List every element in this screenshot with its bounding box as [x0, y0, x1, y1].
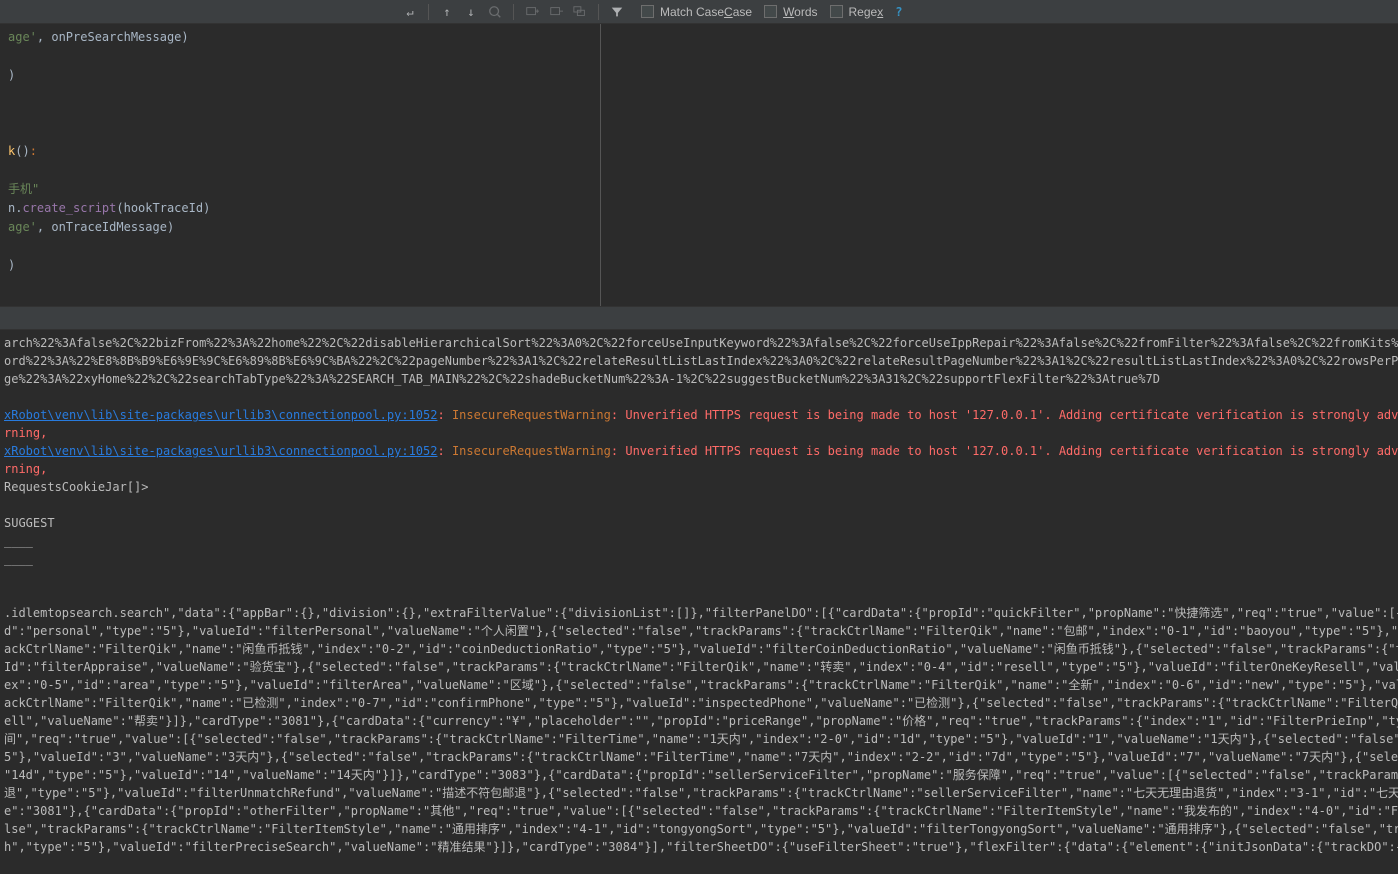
filter-icon[interactable]: [607, 2, 627, 22]
select-all-icon[interactable]: [570, 2, 590, 22]
regex-checkbox[interactable]: Regex: [830, 5, 884, 19]
console-line: .idlemtopsearch.search","data":{"appBar"…: [4, 604, 1394, 622]
console-line: arch%22%3Afalse%2C%22bizFrom%22%3A%22hom…: [4, 334, 1394, 352]
console-line: e":"3081"},{"cardData":{"propId":"otherF…: [4, 802, 1394, 820]
console-line: ackCtrlName":"FilterQik","name":"已检测","i…: [4, 694, 1394, 712]
console-line: ord%22%3A%22%E8%8B%B9%E6%9E%9C%E6%89%8B%…: [4, 352, 1394, 370]
words-checkbox[interactable]: Words: [764, 5, 817, 19]
console-line: d":"personal","type":"5"},"valueId":"fil…: [4, 622, 1394, 640]
code-editor[interactable]: age', onPreSearchMessage) ) k(): 手机" n.c…: [0, 24, 600, 306]
console-line: ____: [4, 532, 1394, 550]
help-icon[interactable]: ?: [895, 5, 902, 19]
console-line: ell","valueName":"帮卖"}]},"cardType":"308…: [4, 712, 1394, 730]
editor-right-panel: [600, 24, 1398, 306]
console-line: ge%22%3A%22xyHome%22%2C%22searchTabType%…: [4, 370, 1394, 388]
console-line: lse","trackParams":{"trackCtrlName":"Fil…: [4, 820, 1394, 838]
find-toolbar: ↵ ↑ ↓ Match CaseCase Words Regex ?: [0, 0, 1398, 24]
console-line: 5"},"valueId":"3","valueName":"3天内"},{"s…: [4, 748, 1394, 766]
console-line: h","type":"5"},"valueId":"filterPreciseS…: [4, 838, 1394, 856]
next-match-icon[interactable]: ↓: [461, 2, 481, 22]
console-line: Id":"filterAppraise","valueName":"验货宝"},…: [4, 658, 1394, 676]
match-case-checkbox[interactable]: Match CaseCase: [641, 5, 752, 19]
console-line: ex":"0-5","id":"area","type":"5"},"value…: [4, 676, 1394, 694]
prev-match-icon[interactable]: ↑: [437, 2, 457, 22]
console-line: ____: [4, 550, 1394, 568]
warning-line: xRobot\venv\lib\site-packages\urllib3\co…: [4, 442, 1394, 460]
warning-line: xRobot\venv\lib\site-packages\urllib3\co…: [4, 406, 1394, 424]
panel-separator[interactable]: [0, 306, 1398, 330]
remove-selection-icon[interactable]: [546, 2, 566, 22]
console-line: 退","type":"5"},"valueId":"filterUnmatchR…: [4, 784, 1394, 802]
console-line: SUGGEST: [4, 514, 1394, 532]
console-output[interactable]: arch%22%3Afalse%2C%22bizFrom%22%3A%22hom…: [0, 330, 1398, 874]
newline-icon[interactable]: ↵: [400, 2, 420, 22]
search-icon[interactable]: [485, 2, 505, 22]
add-selection-icon[interactable]: [522, 2, 542, 22]
console-line: 间","req":"true","value":[{"selected":"fa…: [4, 730, 1394, 748]
console-line: RequestsCookieJar[]>: [4, 478, 1394, 496]
console-line: ackCtrlName":"FilterQik","name":"闲鱼币抵钱",…: [4, 640, 1394, 658]
editor-area: age', onPreSearchMessage) ) k(): 手机" n.c…: [0, 24, 1398, 306]
console-line: "14d","type":"5"},"valueId":"14","valueN…: [4, 766, 1394, 784]
